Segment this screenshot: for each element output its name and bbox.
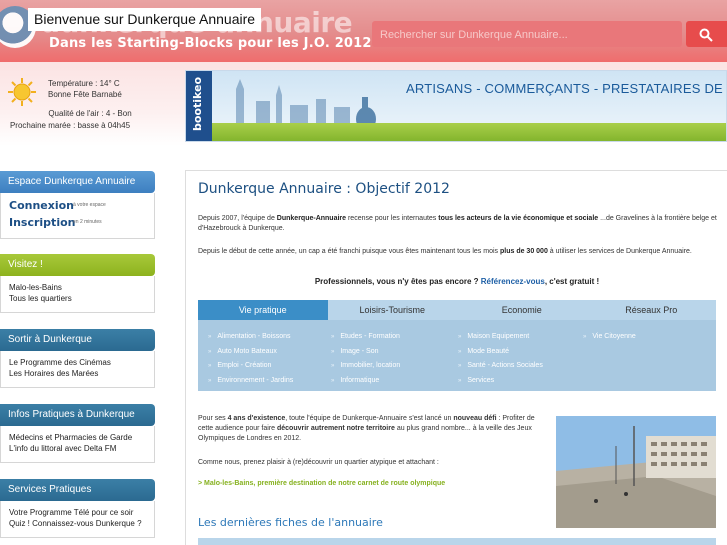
- search-button[interactable]: [686, 21, 727, 47]
- search-icon: [699, 28, 713, 42]
- category-column-4: Vie Citoyenne: [583, 330, 635, 345]
- inscription-link[interactable]: Inscription: [9, 216, 75, 229]
- saint-text: Bonne Fête Barnabé: [48, 90, 122, 99]
- sidebar-services: Services Pratiques Votre Programme Télé …: [0, 479, 155, 538]
- ad-banner[interactable]: bootikeo ARTISANS - COMMERÇANTS - PRESTA…: [185, 70, 727, 142]
- city-skyline-icon: [236, 79, 376, 129]
- sidebar-espace-title: Espace Dunkerque Annuaire: [0, 171, 155, 193]
- category-link[interactable]: Vie Citoyenne: [583, 330, 635, 345]
- page-title: Bienvenue sur Dunkerque Annuaire: [28, 8, 262, 31]
- sidebar-visitez-title: Visitez !: [0, 254, 155, 276]
- sidebar-services-body: Votre Programme Télé pour ce soir Quiz !…: [0, 501, 155, 538]
- main-content: Dunkerque Annuaire : Objectif 2012 Depui…: [185, 170, 727, 545]
- intro-text-2: Dunkerque-Annuaire: [276, 215, 347, 222]
- category-column-2: Etudes - Formation Image - Son Immobilie…: [331, 330, 400, 388]
- weather-info: Température : 14° C Bonne Fête Barnabé: [48, 78, 122, 100]
- sidebar-link-deltafm[interactable]: L'info du littoral avec Delta FM: [9, 443, 148, 454]
- sidebar-sortir: Sortir à Dunkerque Le Programme des Ciné…: [0, 329, 155, 388]
- category-link[interactable]: Informatique: [331, 374, 400, 389]
- sidebar-infos: Infos Pratiques à Dunkerque Médecins et …: [0, 404, 155, 463]
- beach-photo-image: [556, 416, 716, 528]
- sidebar-sortir-title: Sortir à Dunkerque: [0, 329, 155, 351]
- bootikeo-logo-text: bootikeo: [191, 76, 204, 131]
- intro-text-1: Depuis 2007, l'équipe de: [198, 215, 277, 222]
- sidebar-link-quartiers[interactable]: Tous les quartiers: [9, 293, 148, 304]
- quartier-paragraph: Comme nous, prenez plaisir à (re)découvr…: [198, 459, 439, 466]
- sun-icon: [8, 78, 36, 106]
- sidebar-link-quiz[interactable]: Quiz ! Connaissez-vous Dunkerque ?: [9, 518, 148, 529]
- audience-text-2: plus de 30 000: [499, 248, 548, 255]
- category-link[interactable]: Environnement - Jardins: [208, 374, 293, 389]
- category-link[interactable]: Santé - Actions Sociales: [458, 359, 543, 374]
- category-link[interactable]: Services: [458, 374, 543, 389]
- latest-listings-heading: Les dernières fiches de l'annuaire: [198, 516, 383, 529]
- audience-text-3: à utiliser les services de Dunkerque Ann…: [547, 248, 692, 255]
- site-tagline: Dans les Starting-Blocks pour les J.O. 2…: [49, 36, 372, 51]
- defi-paragraph: Pour ses 4 ans d'existence, toute l'équi…: [198, 414, 543, 444]
- tab-economie[interactable]: Economie: [457, 300, 587, 320]
- air-tide-info: Qualité de l'air : 4 - Bon Prochaine mar…: [0, 108, 140, 132]
- defi-text-2: 4 ans d'existence: [227, 415, 286, 422]
- tab-reseaux-pro[interactable]: Réseaux Pro: [587, 300, 717, 320]
- cta-line: Professionnels, vous n'y êtes pas encore…: [186, 277, 727, 286]
- sidebar-link-cinemas[interactable]: Le Programme des Cinémas: [9, 357, 148, 368]
- sidebar-infos-title: Infos Pratiques à Dunkerque: [0, 404, 155, 426]
- sidebar-espace-body: Connexion à votre espace Inscription en …: [0, 193, 155, 239]
- sidebar-sortir-body: Le Programme des Cinémas Les Horaires de…: [0, 351, 155, 388]
- inscription-note: en 2 minutes: [73, 219, 102, 225]
- temperature-text: Température : 14° C: [48, 79, 120, 88]
- defi-text-3: , toute l'équipe de Dunkerque-Annuaire s…: [285, 415, 454, 422]
- category-link[interactable]: Emploi - Création: [208, 359, 293, 374]
- intro-text-3: recense pour les internautes: [346, 215, 439, 222]
- sidebar-infos-body: Médecins et Pharmacies de Garde L'info d…: [0, 426, 155, 463]
- sidebar-visitez-body: Malo-les-Bains Tous les quartiers: [0, 276, 155, 313]
- intro-paragraph: Depuis 2007, l'équipe de Dunkerque-Annua…: [198, 214, 718, 234]
- sidebar-link-tele[interactable]: Votre Programme Télé pour ce soir: [9, 507, 148, 518]
- category-panel: Alimentation - Boissons Auto Moto Bateau…: [198, 320, 716, 391]
- category-link[interactable]: Auto Moto Bateaux: [208, 345, 293, 360]
- defi-text-6: découvrir autrement notre territoire: [277, 425, 395, 432]
- defi-text-1: Pour ses: [198, 415, 228, 422]
- banner-text: ARTISANS - COMMERÇANTS - PRESTATAIRES DE…: [406, 81, 726, 96]
- sidebar-link-pharmacies[interactable]: Médecins et Pharmacies de Garde: [9, 432, 148, 443]
- category-link[interactable]: Immobilier, location: [331, 359, 400, 374]
- page-title-text: Bienvenue sur Dunkerque Annuaire: [34, 11, 256, 27]
- audience-text-1: Depuis le début de cette année, un cap a…: [198, 248, 500, 255]
- category-column-1: Alimentation - Boissons Auto Moto Bateau…: [208, 330, 293, 388]
- category-link[interactable]: Mode Beauté: [458, 345, 543, 360]
- defi-text-4: nouveau défi: [453, 415, 497, 422]
- search-input[interactable]: [380, 26, 580, 44]
- sidebar-espace: Espace Dunkerque Annuaire Connexion à vo…: [0, 171, 155, 239]
- cta-text-1: Professionnels, vous n'y êtes pas encore…: [314, 277, 481, 286]
- category-link[interactable]: Maison Equipement: [458, 330, 543, 345]
- latest-listings-bar: [198, 538, 716, 545]
- connexion-note: à votre espace: [73, 202, 106, 208]
- sidebar-link-malo[interactable]: Malo-les-Bains: [9, 282, 148, 293]
- category-link[interactable]: Alimentation - Boissons: [208, 330, 293, 345]
- sidebar-visitez: Visitez ! Malo-les-Bains Tous les quarti…: [0, 254, 155, 313]
- main-title: Dunkerque Annuaire : Objectif 2012: [198, 181, 450, 197]
- category-link[interactable]: Image - Son: [331, 345, 400, 360]
- malo-les-bains-photo[interactable]: [556, 416, 716, 528]
- category-column-3: Maison Equipement Mode Beauté Santé - Ac…: [458, 330, 543, 388]
- air-quality-text: Qualité de l'air : 4 - Bon: [48, 109, 132, 118]
- sidebar-services-title: Services Pratiques: [0, 479, 155, 501]
- tide-text: Prochaine marée : basse à 04h45: [9, 121, 131, 130]
- connexion-link[interactable]: Connexion: [9, 199, 74, 212]
- tab-loisirs-tourisme[interactable]: Loisirs-Tourisme: [328, 300, 458, 320]
- category-tabs: Vie pratique Loisirs-Tourisme Economie R…: [198, 300, 716, 320]
- malo-les-bains-link[interactable]: > Malo-les-Bains, première destination d…: [198, 480, 445, 487]
- referencez-vous-link[interactable]: Référencez-vous: [481, 277, 545, 286]
- banner-grass: [212, 123, 726, 141]
- audience-paragraph: Depuis le début de cette année, un cap a…: [198, 247, 718, 257]
- tab-vie-pratique[interactable]: Vie pratique: [198, 300, 328, 320]
- sidebar-link-marees[interactable]: Les Horaires des Marées: [9, 368, 148, 379]
- cta-text-2: , c'est gratuit !: [544, 277, 600, 286]
- category-link[interactable]: Etudes - Formation: [331, 330, 400, 345]
- intro-text-4: tous les acteurs de la vie économique et…: [438, 215, 599, 222]
- bootikeo-logo: bootikeo: [186, 71, 212, 141]
